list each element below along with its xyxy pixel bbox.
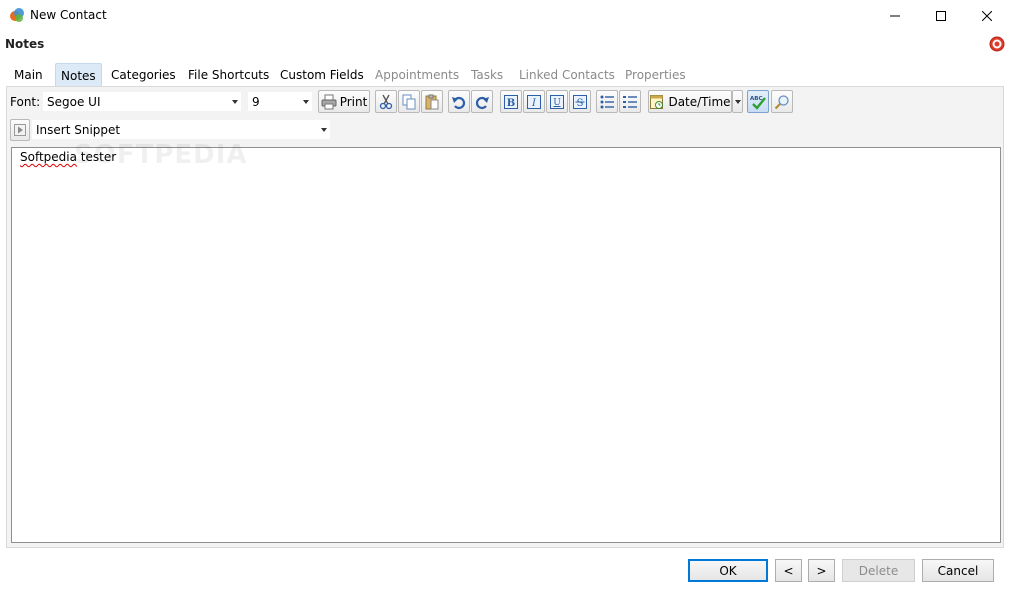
find-button[interactable] bbox=[771, 90, 793, 113]
help-icon[interactable] bbox=[989, 36, 1005, 52]
tab-main[interactable]: Main bbox=[9, 63, 48, 87]
copy-button[interactable] bbox=[398, 90, 420, 113]
paste-icon bbox=[425, 94, 439, 109]
spellcheck-icon: ABC bbox=[750, 96, 766, 110]
snippet-select[interactable]: Insert Snippet bbox=[31, 119, 331, 140]
maximize-icon bbox=[936, 10, 946, 21]
paste-button[interactable] bbox=[421, 90, 443, 113]
strikethrough-icon: S bbox=[573, 94, 587, 109]
tab-categories[interactable]: Categories bbox=[106, 63, 181, 87]
tab-file-shortcuts[interactable]: File Shortcuts bbox=[183, 63, 274, 87]
previous-button[interactable]: < bbox=[775, 559, 802, 582]
scissors-icon bbox=[379, 94, 393, 109]
redo-icon bbox=[475, 96, 489, 109]
tab-appointments: Appointments bbox=[375, 68, 460, 82]
bullet-list-icon bbox=[600, 95, 614, 108]
strikethrough-button[interactable]: S bbox=[569, 90, 591, 113]
calendar-clock-icon bbox=[650, 94, 664, 109]
bold-button[interactable]: B bbox=[500, 90, 522, 113]
tab-tasks: Tasks bbox=[471, 68, 504, 82]
datetime-dropdown-button[interactable] bbox=[732, 90, 743, 113]
tab-notes[interactable]: Notes bbox=[55, 63, 102, 87]
notes-editor[interactable]: SOFTPEDIA Softpedia tester bbox=[11, 140, 1001, 543]
undo-button[interactable] bbox=[448, 90, 470, 113]
formatting-toolbar: Font: Segoe UI 9 Print B I U S Date/Time… bbox=[7, 90, 1003, 114]
insert-snippet-button[interactable] bbox=[10, 119, 30, 141]
redo-button[interactable] bbox=[471, 90, 493, 113]
printer-icon bbox=[321, 94, 337, 109]
font-family-select[interactable]: Segoe UI bbox=[42, 91, 242, 112]
italic-button[interactable]: I bbox=[523, 90, 545, 113]
minimize-button[interactable] bbox=[872, 0, 918, 31]
close-icon bbox=[982, 10, 992, 21]
svg-text:B: B bbox=[507, 98, 515, 109]
section-title: Notes bbox=[5, 37, 45, 51]
chevron-down-icon bbox=[321, 128, 327, 132]
tab-linked-contacts: Linked Contacts bbox=[519, 68, 615, 82]
bold-icon: B bbox=[504, 94, 518, 109]
undo-icon bbox=[452, 96, 466, 109]
font-size-select[interactable]: 9 bbox=[247, 91, 313, 112]
misspelled-word: Softpedia bbox=[20, 150, 77, 164]
svg-text:ABC: ABC bbox=[750, 96, 763, 102]
underline-icon: U bbox=[550, 94, 564, 109]
chevron-down-icon bbox=[232, 100, 238, 104]
svg-text:S: S bbox=[577, 98, 584, 109]
copy-icon bbox=[402, 94, 416, 109]
window-title: New Contact bbox=[30, 8, 107, 22]
delete-button: Delete bbox=[842, 559, 915, 582]
italic-icon: I bbox=[527, 94, 541, 109]
play-icon bbox=[14, 124, 26, 136]
notes-panel: Font: Segoe UI 9 Print B I U S Date/Time… bbox=[6, 86, 1004, 548]
ok-button[interactable]: OK bbox=[688, 559, 768, 582]
minimize-icon bbox=[890, 15, 900, 16]
magnifier-icon bbox=[774, 94, 789, 109]
print-button[interactable]: Print bbox=[318, 90, 370, 113]
tab-properties: Properties bbox=[625, 68, 686, 82]
chevron-down-icon bbox=[734, 99, 741, 104]
next-button[interactable]: > bbox=[808, 559, 835, 582]
close-button[interactable] bbox=[964, 0, 1010, 31]
cut-button[interactable] bbox=[375, 90, 397, 113]
editor-content: Softpedia tester bbox=[20, 150, 117, 164]
font-label: Font: bbox=[10, 95, 41, 109]
numbered-list-icon bbox=[623, 95, 637, 108]
title-bar: New Contact bbox=[0, 0, 1010, 31]
chevron-down-icon bbox=[303, 100, 309, 104]
tab-custom-fields[interactable]: Custom Fields bbox=[275, 63, 369, 87]
spellcheck-button[interactable]: ABC bbox=[747, 90, 769, 113]
underline-button[interactable]: U bbox=[546, 90, 568, 113]
numbered-list-button[interactable] bbox=[619, 90, 641, 113]
datetime-button[interactable]: Date/Time bbox=[648, 90, 732, 113]
bullet-list-button[interactable] bbox=[596, 90, 618, 113]
maximize-button[interactable] bbox=[918, 0, 964, 31]
cancel-button[interactable]: Cancel bbox=[922, 559, 994, 582]
tab-strip: Main Notes Categories File Shortcuts Cus… bbox=[6, 63, 1006, 87]
contacts-app-icon bbox=[10, 8, 24, 22]
